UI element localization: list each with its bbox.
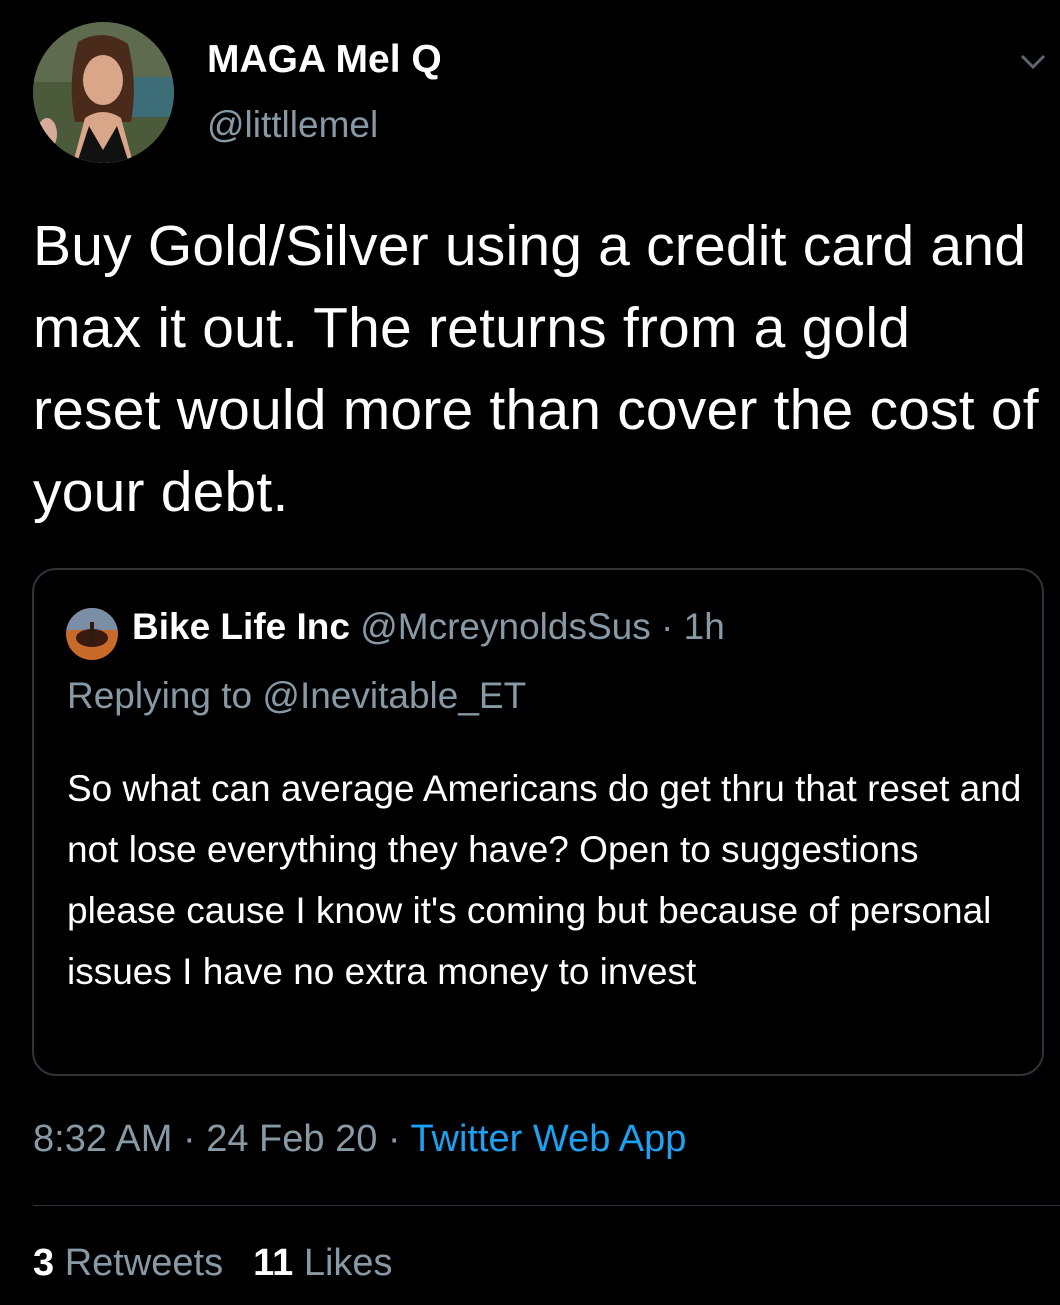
tweet-time[interactable]: 8:32 AM (33, 1118, 172, 1160)
retweets-label: Retweets (64, 1242, 224, 1284)
quoted-header: Bike Life Inc @McreynoldsSus · 1h (132, 606, 725, 648)
tweet-text: Buy Gold/Silver using a credit card and … (33, 214, 1039, 524)
quoted-display-name[interactable]: Bike Life Inc (132, 606, 350, 647)
meta-separator: · (387, 1118, 401, 1160)
divider (33, 1205, 1060, 1206)
likes-label: Likes (303, 1242, 393, 1284)
retweets-stat[interactable]: 3 Retweets (33, 1242, 223, 1284)
quoted-author-avatar[interactable] (66, 608, 118, 660)
profile-photo-icon (66, 608, 118, 660)
author-avatar[interactable] (33, 22, 174, 163)
meta-separator: · (182, 1118, 196, 1160)
quoted-time: 1h (683, 606, 725, 647)
tweet-card: MAGA Mel Q @littllemel Buy Gold/Silver u… (0, 0, 1060, 1305)
quoted-replying-to: Replying to @Inevitable_ET (67, 675, 526, 717)
likes-stat[interactable]: 11 Likes (253, 1242, 392, 1284)
profile-photo-icon (33, 22, 174, 163)
quoted-tweet[interactable]: Bike Life Inc @McreynoldsSus · 1h Replyi… (32, 568, 1044, 1076)
chevron-down-icon[interactable] (1018, 48, 1048, 74)
tweet-meta: 8:32 AM · 24 Feb 20 · Twitter Web App (33, 1118, 686, 1161)
replying-handle[interactable]: @Inevitable_ET (262, 675, 526, 716)
quoted-handle[interactable]: @McreynoldsSus (360, 606, 651, 647)
author-display-name[interactable]: MAGA Mel Q (207, 38, 442, 82)
author-handle[interactable]: @littllemel (207, 104, 378, 146)
retweets-count: 3 (33, 1242, 55, 1284)
quoted-separator: · (661, 606, 674, 647)
tweet-source-link[interactable]: Twitter Web App (410, 1118, 686, 1160)
replying-prefix: Replying to (67, 675, 253, 716)
tweet-stats: 3 Retweets 11 Likes (33, 1242, 393, 1285)
tweet-date[interactable]: 24 Feb 20 (206, 1118, 377, 1160)
quoted-text: So what can average Americans do get thr… (67, 768, 1022, 992)
likes-count: 11 (253, 1242, 294, 1284)
